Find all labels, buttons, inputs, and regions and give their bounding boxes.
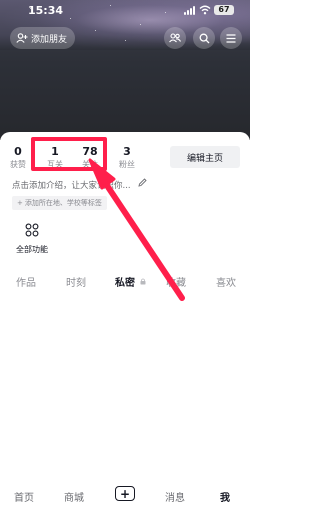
all-functions-button[interactable]: 全部功能 bbox=[12, 222, 52, 255]
stat-likes[interactable]: 0 获赞 bbox=[10, 145, 26, 170]
nav-messages[interactable]: 消息 bbox=[165, 489, 185, 504]
annotation-highlight-box bbox=[31, 137, 107, 171]
add-location-tag[interactable]: + 添加所在地、学校等标签 bbox=[12, 196, 107, 210]
tab-favorites[interactable]: 收藏 bbox=[166, 274, 186, 289]
search-icon bbox=[199, 33, 209, 43]
friends-button[interactable] bbox=[164, 27, 186, 49]
tab-works[interactable]: 作品 bbox=[16, 274, 36, 289]
add-user-icon bbox=[16, 33, 28, 43]
add-friend-button[interactable]: 添加朋友 bbox=[10, 27, 76, 49]
add-friend-label: 添加朋友 bbox=[31, 34, 68, 45]
battery-indicator: 67 bbox=[214, 5, 234, 15]
plus-icon: + bbox=[17, 199, 23, 207]
content-tabs: 作品 时刻 私密 收藏 喜欢 bbox=[0, 271, 250, 291]
nav-home[interactable]: 首页 bbox=[14, 489, 34, 504]
menu-button[interactable] bbox=[220, 27, 242, 49]
tab-private[interactable]: 私密 bbox=[115, 274, 135, 289]
pencil-icon[interactable] bbox=[138, 178, 147, 187]
bio-placeholder[interactable]: 点击添加介绍，让大家认识你... bbox=[12, 179, 131, 191]
stat-followers[interactable]: 3 粉丝 bbox=[119, 145, 135, 170]
all-functions-label: 全部功能 bbox=[16, 245, 48, 254]
wifi-icon bbox=[199, 5, 211, 15]
status-bar: 15:34 67 bbox=[0, 0, 250, 22]
search-button[interactable] bbox=[193, 27, 215, 49]
lock-icon bbox=[140, 278, 146, 285]
stat-value: 3 bbox=[123, 145, 131, 158]
signal-icon bbox=[184, 6, 195, 15]
nav-mall[interactable]: 商城 bbox=[64, 489, 84, 504]
menu-icon bbox=[226, 33, 236, 43]
edit-profile-button[interactable]: 编辑主页 bbox=[170, 146, 240, 168]
create-button[interactable]: + bbox=[115, 486, 135, 501]
tab-moments[interactable]: 时刻 bbox=[66, 274, 86, 289]
status-time: 15:34 bbox=[28, 4, 64, 17]
location-tag-label: 添加所在地、学校等标签 bbox=[24, 199, 102, 207]
stat-label: 粉丝 bbox=[119, 160, 135, 169]
tab-likes[interactable]: 喜欢 bbox=[216, 274, 236, 289]
grid-icon bbox=[25, 223, 39, 237]
stat-label: 获赞 bbox=[10, 160, 26, 169]
stat-value: 0 bbox=[14, 145, 22, 158]
nav-me[interactable]: 我 bbox=[220, 489, 230, 504]
friends-icon bbox=[169, 33, 181, 43]
